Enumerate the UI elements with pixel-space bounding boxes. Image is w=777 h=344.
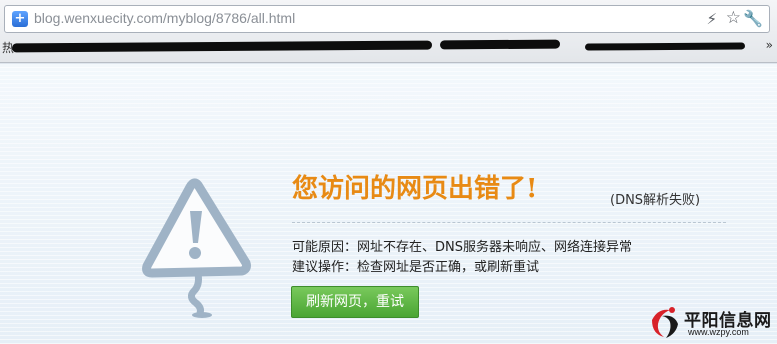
plus-icon[interactable]: + — [12, 11, 28, 27]
wrench-icon[interactable]: 🔧 — [743, 9, 763, 28]
watermark-url: www.wzpy.com — [688, 327, 749, 337]
error-reason: 可能原因：网址不存在、DNS服务器未响应、网络连接异常 — [292, 240, 632, 255]
chevron-right-icon[interactable]: » — [766, 38, 773, 52]
error-page: 您访问的网页出错了! (DNS解析失败) 可能原因：网址不存在、DNS服务器未响… — [0, 63, 777, 344]
divider — [292, 222, 726, 223]
watermark-logo-icon — [652, 307, 678, 338]
address-bar[interactable]: + blog.wenxuecity.com/myblog/8786/all.ht… — [4, 5, 770, 33]
redaction-scribble — [11, 40, 433, 53]
error-suggestion: 建议操作：检查网址是否正确，或刷新重试 — [292, 260, 540, 275]
watermark: 平阳信息网 www.wzpy.com — [648, 304, 774, 340]
error-detail: (DNS解析失败) — [610, 193, 701, 208]
url-text[interactable]: blog.wenxuecity.com/myblog/8786/all.html — [34, 10, 295, 26]
browser-chrome: + blog.wenxuecity.com/myblog/8786/all.ht… — [0, 0, 777, 63]
redaction-scribble — [584, 42, 746, 51]
warning-icon — [142, 178, 251, 318]
star-icon[interactable]: ☆ — [726, 8, 741, 28]
bookmarks-bar: 热 » — [0, 35, 777, 59]
lightning-icon[interactable]: ⚡ — [706, 10, 717, 28]
redaction-scribble — [439, 39, 561, 50]
error-title: 您访问的网页出错了! — [292, 174, 538, 204]
retry-button[interactable]: 刷新网页，重试 — [291, 286, 419, 318]
